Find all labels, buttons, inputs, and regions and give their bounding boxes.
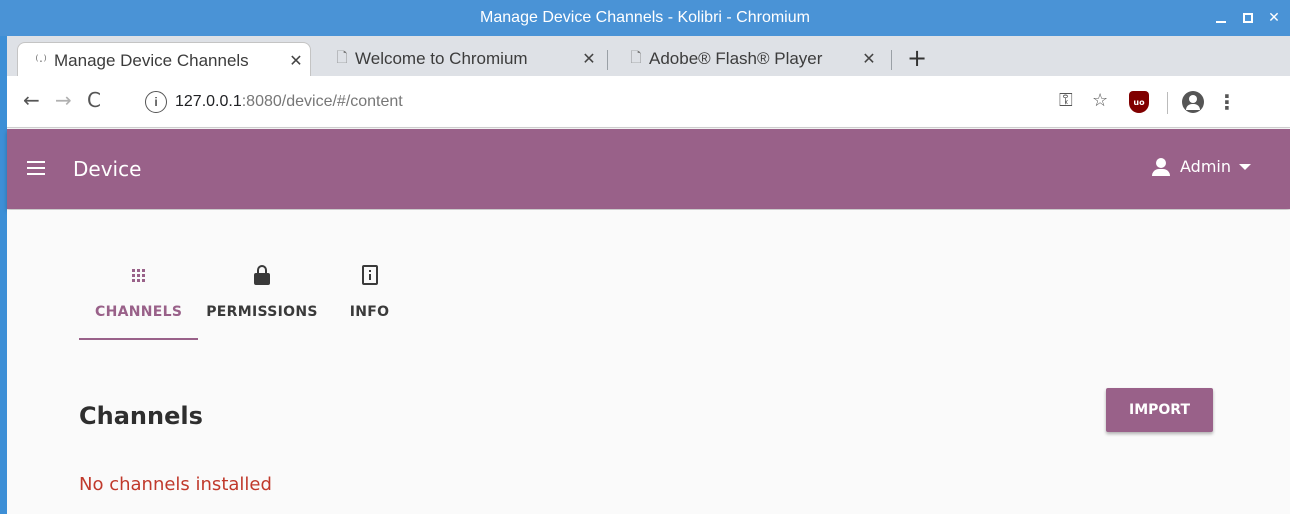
arrow-left-icon: ← (23, 88, 40, 112)
page-icon: 🗋 (630, 49, 642, 65)
info-icon[interactable]: i (145, 91, 167, 113)
page-icon: 🗋 (336, 49, 348, 65)
tab-label: Manage Device Channels (54, 50, 249, 70)
back-button[interactable]: ← (23, 88, 40, 112)
broadcast-icon: ⁽·⁾ (35, 52, 47, 68)
star-icon[interactable]: ☆ (1092, 90, 1108, 111)
close-icon: ✕ (1268, 10, 1280, 26)
tab-manage-device-channels[interactable]: ⁽·⁾ Manage Device Channels ✕ (17, 42, 311, 78)
reload-icon: C (87, 88, 101, 112)
tab-label: Welcome to Chromium (355, 49, 528, 68)
tab-channels[interactable]: CHANNELS (79, 260, 199, 340)
window-close-button[interactable]: ✕ (1263, 7, 1285, 29)
import-button[interactable]: IMPORT (1106, 388, 1213, 432)
tab-close-icon[interactable]: ✕ (282, 51, 310, 71)
person-icon (1152, 157, 1170, 176)
main-content: CHANNELS PERMISSIONS INFO Channels IMPOR… (7, 210, 1290, 514)
window-title: Manage Device Channels - Kolibri - Chrom… (480, 9, 810, 26)
arrow-right-icon: → (55, 88, 72, 112)
tab-close-icon[interactable]: ✕ (575, 49, 603, 69)
browser-window: ⁽·⁾ Manage Device Channels ✕ 🗋 Welcome t… (7, 36, 1290, 514)
window-titlebar: Manage Device Channels - Kolibri - Chrom… (0, 0, 1290, 36)
caret-down-icon (1239, 163, 1251, 170)
device-nav-tabs: CHANNELS PERMISSIONS INFO (79, 260, 405, 340)
minimize-icon (1216, 21, 1226, 23)
tab-separator (891, 50, 892, 70)
tab-permissions[interactable]: PERMISSIONS (198, 260, 326, 340)
account-icon[interactable] (1182, 91, 1204, 113)
address-bar[interactable]: i 127.0.0.1 :8080/device/#/content (123, 84, 1123, 120)
maximize-button[interactable] (1237, 7, 1259, 29)
page-title: Channels (79, 402, 203, 430)
tab-adobe-flash-player[interactable]: 🗋 Adobe® Flash® Player ✕ (613, 42, 883, 76)
tab-label: INFO (349, 304, 390, 320)
app-bar: Device Admin (7, 129, 1290, 209)
tab-info[interactable]: INFO (326, 260, 406, 340)
tab-label: PERMISSIONS (206, 304, 318, 320)
toolbar-separator (1167, 92, 1168, 114)
ublock-icon[interactable]: uo (1129, 91, 1149, 113)
tab-close-icon[interactable]: ✕ (855, 49, 883, 69)
url-path: :8080/device/#/content (241, 93, 403, 110)
tab-welcome-to-chromium[interactable]: 🗋 Welcome to Chromium ✕ (319, 42, 603, 76)
empty-state-message: No channels installed (79, 474, 272, 495)
tab-label: Adobe® Flash® Player (649, 49, 823, 68)
app-bar-title: Device (73, 157, 142, 181)
minimize-button[interactable] (1210, 7, 1232, 29)
more-vert-icon[interactable]: ⋮ (1217, 90, 1237, 114)
channels-grid-icon (132, 260, 146, 290)
device-info-icon (361, 260, 378, 290)
plus-icon: + (907, 44, 928, 72)
toolbar: ← → C i 127.0.0.1 :8080/device/#/content… (7, 76, 1290, 128)
url-host: 127.0.0.1 (175, 93, 242, 110)
menu-icon[interactable] (27, 161, 45, 175)
maximize-icon (1243, 13, 1253, 23)
new-tab-button[interactable]: + (907, 44, 927, 72)
reload-button[interactable]: C (87, 88, 101, 112)
tab-separator (607, 50, 608, 70)
lock-icon (253, 260, 270, 290)
user-name: Admin (1180, 157, 1231, 176)
tab-label: CHANNELS (95, 304, 183, 320)
forward-button[interactable]: → (55, 88, 72, 112)
user-menu[interactable]: Admin (1152, 157, 1251, 176)
key-icon[interactable]: ⚿ (1059, 90, 1073, 111)
